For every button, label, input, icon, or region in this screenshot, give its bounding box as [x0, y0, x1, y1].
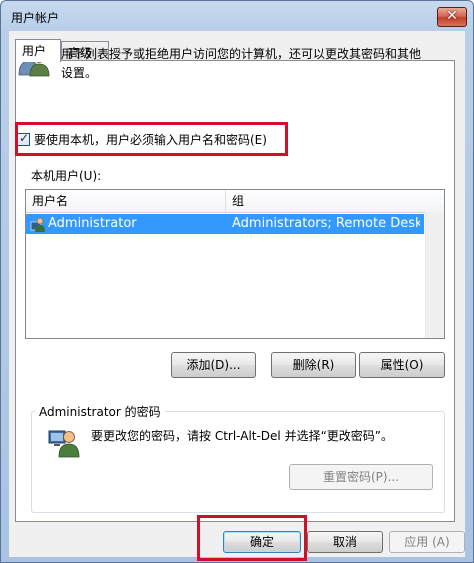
- remove-user-button[interactable]: 删除(R): [271, 352, 356, 378]
- title-bar[interactable]: 用户帐户 ✕: [1, 1, 473, 31]
- local-users-list[interactable]: 用户名 组 Administrator Administrators; Remo…: [25, 189, 445, 339]
- table-row[interactable]: Administrator Administrators; Remote Des…: [26, 214, 424, 234]
- tab-users[interactable]: 用户: [15, 39, 61, 62]
- reset-password-button[interactable]: 重置密码(P)...: [289, 464, 433, 490]
- local-users-label: 本机用户(U):: [31, 169, 102, 183]
- close-button[interactable]: ✕: [437, 7, 467, 27]
- close-icon: ✕: [446, 8, 458, 24]
- computer-user-icon: [48, 430, 80, 458]
- require-password-checkbox-row[interactable]: ✓ 要使用本机，用户必须输入用户名和密码(E): [17, 129, 267, 149]
- cell-group: Administrators; Remote Deskt...: [232, 216, 420, 231]
- properties-button[interactable]: 属性(O): [359, 352, 445, 378]
- password-group-title: Administrator 的密码: [35, 403, 165, 420]
- cancel-button[interactable]: 取消: [307, 531, 383, 553]
- user-icon: [30, 217, 45, 232]
- user-accounts-window: 用户帐户 ✕ 用户 高级 用下列表授予或拒绝用户访问您的计算机，还可以更改其密码…: [0, 0, 474, 563]
- column-group[interactable]: 组: [226, 190, 444, 212]
- password-instructions: 要更改您的密码，请按 Ctrl-Alt-Del 并选择“更改密码”。: [91, 429, 394, 443]
- require-password-checkbox[interactable]: ✓: [17, 130, 30, 146]
- column-username[interactable]: 用户名: [26, 190, 226, 212]
- apply-button[interactable]: 应用 (A): [389, 531, 465, 553]
- intro-text: 用下列表授予或拒绝用户访问您的计算机，还可以更改其密码和其他设置。: [61, 47, 422, 80]
- list-scrollbar[interactable]: [425, 212, 444, 338]
- add-user-button[interactable]: 添加(D)...: [171, 352, 256, 378]
- cell-username: Administrator: [48, 216, 137, 231]
- ok-button[interactable]: 确定: [223, 531, 301, 553]
- window-title: 用户帐户: [11, 11, 60, 25]
- require-password-label: 要使用本机，用户必须输入用户名和密码(E): [34, 132, 267, 147]
- checkmark-icon: ✓: [18, 130, 30, 145]
- list-header: 用户名 组: [26, 190, 444, 213]
